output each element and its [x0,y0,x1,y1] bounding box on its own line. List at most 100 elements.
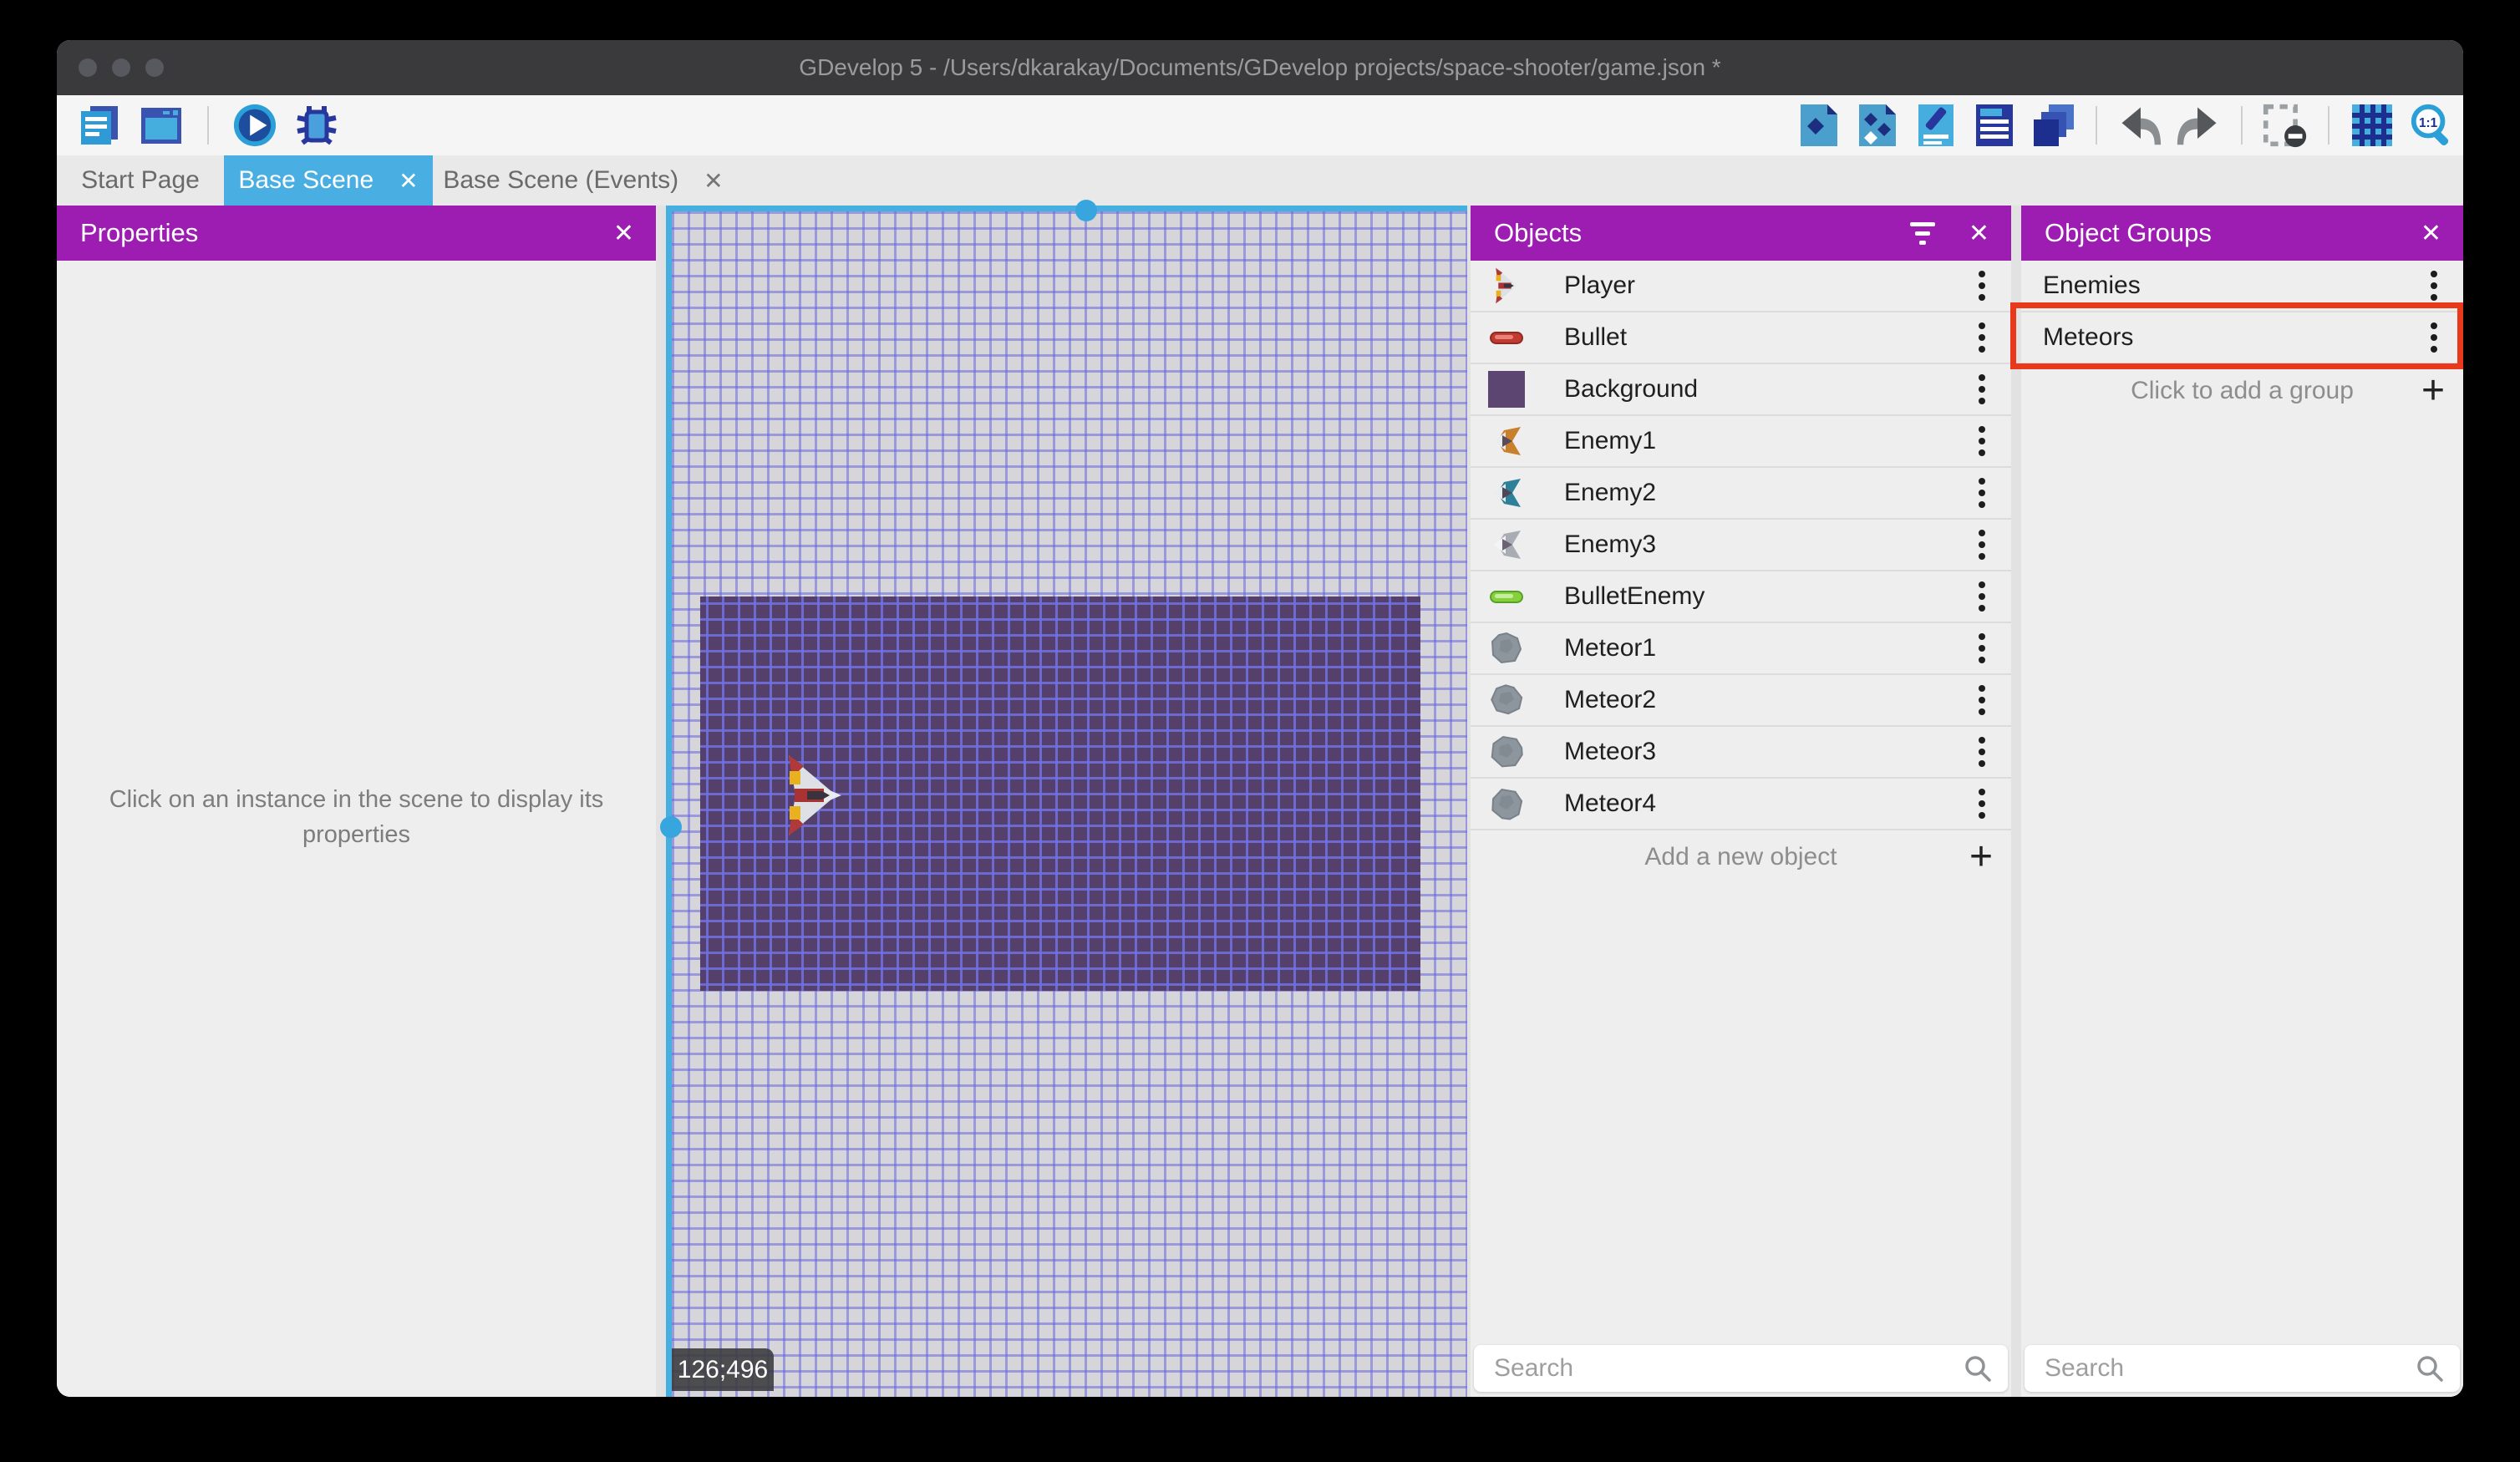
properties-header: Properties ✕ [57,206,656,261]
cursor-coordinates-badge: 126;496 [672,1348,774,1391]
groups-search [2025,1345,2460,1392]
object-menu-icon[interactable] [1969,576,1994,617]
start-page-icon[interactable] [139,103,184,148]
panel-divider [2011,206,2021,1397]
close-tab-icon[interactable]: ✕ [704,167,723,195]
object-menu-icon[interactable] [1969,473,1994,513]
project-manager-icon[interactable] [77,103,122,148]
enemy1-sprite-icon [1487,422,1526,460]
object-menu-icon[interactable] [1969,732,1994,772]
object-row-player[interactable]: Player [1471,261,2011,312]
filter-icon[interactable] [1909,221,1969,245]
horizontal-scroll-thumb[interactable] [1075,200,1097,221]
vertical-scrollbar[interactable] [666,206,672,1397]
properties-panel: Properties ✕ Click on an instance in the… [57,206,656,1397]
zoom-1-1-icon[interactable]: 1:1 [2408,103,2453,148]
object-label: Player [1564,272,1636,299]
redo-icon[interactable] [2176,103,2221,148]
object-menu-icon[interactable] [1969,266,1994,306]
objects-editor-icon[interactable] [1855,103,1900,148]
tab-start-page[interactable]: Start Page [57,155,224,206]
plus-icon[interactable]: + [1969,834,1993,880]
object-label: Enemy3 [1564,530,1657,558]
grid-icon[interactable] [2350,103,2395,148]
panel-divider [656,206,666,1397]
tab-base-scene[interactable]: Base Scene ✕ [224,155,433,206]
object-row-enemy3[interactable]: Enemy3 [1471,520,2011,571]
player-ship-instance[interactable] [784,752,842,839]
meteor2-sprite-icon [1487,681,1526,719]
object-row-enemy2[interactable]: Enemy2 [1471,468,2011,520]
vertical-scroll-thumb[interactable] [660,816,682,838]
object-row-meteor4[interactable]: Meteor4 [1471,779,2011,830]
object-menu-icon[interactable] [1969,317,1994,358]
object-menu-icon[interactable] [1969,628,1994,668]
object-label: Meteor1 [1564,634,1657,662]
object-row-meteor3[interactable]: Meteor3 [1471,727,2011,779]
object-row-meteor1[interactable]: Meteor1 [1471,623,2011,675]
main-toolbar: 1:1 [57,95,2463,155]
object-groups-panel: Object Groups ✕ Enemies Meteors Click to… [2021,206,2463,1397]
highlight-annotation-meteors [2010,302,2463,369]
undo-icon[interactable] [2117,103,2162,148]
object-menu-icon[interactable] [1969,525,1994,565]
object-menu-icon[interactable] [1969,680,1994,720]
group-label: Enemies [2043,272,2141,299]
object-row-bullet[interactable]: Bullet [1471,312,2011,364]
object-label: Enemy2 [1564,479,1657,506]
object-groups-header: Object Groups ✕ [2021,206,2463,261]
panel-title: Properties [80,218,199,247]
mask-icon[interactable] [2263,103,2308,148]
tab-base-scene-events[interactable]: Base Scene (Events) ✕ [433,155,734,206]
add-new-object-button[interactable]: Add a new object + [1471,830,2011,884]
toolbar-separator [2241,106,2243,145]
group-menu-icon[interactable] [2421,266,2446,306]
panel-title: Object Groups [2045,218,2212,247]
horizontal-scrollbar[interactable] [666,206,1467,211]
object-row-background[interactable]: Background [1471,364,2011,416]
add-group-label: Click to add a group [2131,377,2354,404]
export-object-icon[interactable] [1796,103,1842,148]
object-label: Enemy1 [1564,427,1657,454]
window-title: GDevelop 5 - /Users/dkarakay/Documents/G… [799,54,1721,80]
close-tab-icon[interactable]: ✕ [399,167,418,195]
object-label: Meteor4 [1564,789,1657,817]
object-menu-icon[interactable] [1969,784,1994,824]
meteor4-sprite-icon [1487,784,1526,823]
tab-label: Base Scene [238,166,374,194]
editor-tabs: Start Page Base Scene ✕ Base Scene (Even… [57,155,2463,206]
object-menu-icon[interactable] [1969,369,1994,409]
panel-title: Objects [1494,218,1583,247]
search-icon [2415,1353,2460,1383]
add-group-button[interactable]: Click to add a group + [2021,364,2463,418]
properties-hint: Click on an instance in the scene to dis… [109,786,604,848]
objects-search-input[interactable] [1474,1353,1963,1383]
bullet-sprite-icon [1487,318,1526,357]
enemy3-sprite-icon [1487,525,1526,564]
object-row-enemy1[interactable]: Enemy1 [1471,416,2011,468]
plus-icon[interactable]: + [2421,368,2445,414]
play-icon[interactable] [232,103,277,148]
close-panel-icon[interactable]: ✕ [613,219,656,248]
meteor3-sprite-icon [1487,733,1526,771]
tab-label: Base Scene (Events) [443,166,679,194]
groups-search-input[interactable] [2025,1353,2415,1383]
scene-properties-edit-icon[interactable] [1913,103,1959,148]
objects-panel: Objects ✕ Player Bullet Background Enemy… [1471,206,2011,1397]
close-panel-icon[interactable]: ✕ [1969,219,2011,248]
object-label: Bullet [1564,323,1628,351]
object-row-bulletenemy[interactable]: BulletEnemy [1471,571,2011,623]
object-row-meteor2[interactable]: Meteor2 [1471,675,2011,727]
bulletenemy-sprite-icon [1487,577,1526,616]
tab-label: Start Page [81,166,200,194]
close-panel-icon[interactable]: ✕ [2421,219,2463,248]
object-label: Meteor2 [1564,686,1657,713]
instances-list-icon[interactable] [1972,103,2017,148]
scene-canvas[interactable]: 126;496 [660,200,1467,1397]
gdevelop-window: GDevelop 5 - /Users/dkarakay/Documents/G… [57,40,2463,1397]
desktop-background: GDevelop 5 - /Users/dkarakay/Documents/G… [0,0,2520,1462]
object-menu-icon[interactable] [1969,421,1994,461]
objects-header: Objects ✕ [1471,206,2011,261]
layers-icon[interactable] [2030,103,2075,148]
debug-icon[interactable] [294,103,339,148]
